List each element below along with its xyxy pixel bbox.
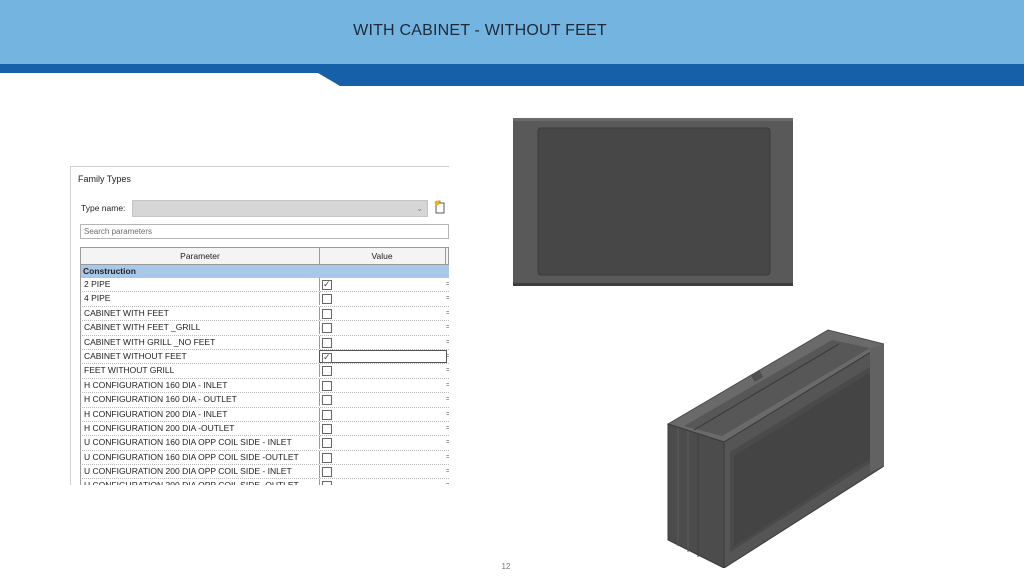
- checkmark-icon: ✓: [323, 279, 331, 289]
- parameter-row[interactable]: H CONFIGURATION 200 DIA -OUTLET =: [80, 421, 449, 437]
- parameter-row[interactable]: H CONFIGURATION 160 DIA - OUTLET =: [80, 393, 449, 408]
- parameter-row[interactable]: 4 PIPE =: [80, 292, 449, 307]
- parameter-name: CABINET WITH FEET _GRILL: [84, 322, 201, 333]
- parameter-checkbox[interactable]: [322, 467, 332, 478]
- parameter-name: CABINET WITHOUT FEET: [84, 350, 187, 361]
- parameter-value-cell[interactable]: [319, 407, 446, 421]
- parameter-value-cell[interactable]: [319, 465, 446, 479]
- parameter-checkbox[interactable]: [322, 366, 332, 377]
- parameter-checkbox[interactable]: ✓: [322, 279, 332, 290]
- parameter-row[interactable]: 2 PIPE ✓ =: [80, 278, 449, 293]
- search-parameters-input[interactable]: Search parameters: [80, 224, 449, 239]
- parameter-value-cell[interactable]: ✓: [319, 349, 447, 363]
- parameter-checkbox[interactable]: [322, 380, 332, 391]
- parameter-row[interactable]: U CONFIGURATION 200 DIA OPP COIL SIDE - …: [80, 465, 449, 480]
- formula-marker: =: [446, 292, 449, 305]
- formula-marker: =: [446, 307, 449, 320]
- checkmark-icon: ✓: [323, 351, 331, 362]
- parameter-rows: 2 PIPE✓=4 PIPE=CABINET WITH FEET=CABINET…: [80, 278, 449, 485]
- dialog-title: Family Types: [78, 174, 131, 184]
- formula-marker: =: [446, 350, 449, 363]
- parameter-name: CABINET WITH FEET: [84, 307, 169, 318]
- parameter-value-cell[interactable]: [319, 479, 446, 485]
- formula-marker: =: [446, 393, 449, 406]
- family-types-dialog: Family Types Type name: ⌄ Search paramet…: [70, 166, 449, 485]
- parameter-checkbox[interactable]: [322, 438, 332, 449]
- parameter-value-cell[interactable]: [319, 306, 446, 320]
- cabinet-isometric-view: [666, 329, 884, 568]
- type-name-select[interactable]: ⌄: [132, 200, 428, 217]
- parameter-checkbox[interactable]: [322, 337, 332, 348]
- parameter-name: FEET WITHOUT GRILL: [84, 365, 175, 376]
- parameter-checkbox[interactable]: [322, 481, 332, 485]
- formula-marker: =: [446, 436, 449, 449]
- formula-marker: =: [446, 364, 449, 377]
- parameter-row[interactable]: U CONFIGURATION 160 DIA OPP COIL SIDE -O…: [80, 450, 449, 466]
- type-name-label: Type name:: [81, 203, 126, 213]
- parameter-name: U CONFIGURATION 160 DIA OPP COIL SIDE - …: [84, 437, 292, 448]
- parameter-checkbox[interactable]: [322, 294, 332, 305]
- parameter-value-cell[interactable]: [319, 335, 446, 349]
- parameter-name: 2 PIPE: [84, 279, 111, 289]
- parameter-checkbox[interactable]: [322, 395, 332, 406]
- slide-header: WITH CABINET - WITHOUT FEET: [0, 0, 1024, 64]
- parameter-row[interactable]: CABINET WITH GRILL _NO FEET =: [80, 335, 449, 350]
- column-header-value[interactable]: Value: [319, 248, 446, 264]
- parameter-name: 4 PIPE: [84, 293, 111, 304]
- parameter-name: U CONFIGURATION 160 DIA OPP COIL SIDE -O…: [84, 451, 299, 462]
- parameter-row[interactable]: H CONFIGURATION 200 DIA - INLET =: [80, 407, 449, 422]
- formula-marker: =: [446, 451, 449, 464]
- group-row-construction[interactable]: Construction: [80, 265, 449, 278]
- parameter-value-cell[interactable]: [319, 321, 446, 335]
- parameter-value-cell[interactable]: [319, 421, 446, 435]
- parameter-row[interactable]: U CONFIGURATION 200 DIA OPP COIL SIDE -O…: [80, 479, 449, 485]
- parameter-value-cell[interactable]: [319, 378, 446, 392]
- parameter-checkbox[interactable]: [322, 323, 332, 334]
- parameter-checkbox[interactable]: [322, 308, 332, 319]
- parameters-grid: Parameter Value Construction 2 PIPE✓=4 P…: [80, 247, 449, 485]
- parameter-name: H CONFIGURATION 200 DIA - INLET: [84, 408, 228, 419]
- parameter-row[interactable]: H CONFIGURATION 160 DIA - INLET =: [80, 378, 449, 394]
- parameter-checkbox[interactable]: ✓: [322, 351, 332, 363]
- new-type-icon[interactable]: [434, 200, 446, 214]
- parameter-name: U CONFIGURATION 200 DIA OPP COIL SIDE - …: [84, 466, 292, 477]
- formula-marker: =: [446, 465, 449, 478]
- formula-marker: =: [446, 479, 449, 485]
- parameter-checkbox[interactable]: [322, 452, 332, 463]
- parameter-name: H CONFIGURATION 200 DIA -OUTLET: [84, 422, 235, 433]
- parameter-name: CABINET WITH GRILL _NO FEET: [84, 336, 216, 347]
- column-header-parameter[interactable]: Parameter: [81, 248, 320, 264]
- parameter-value-cell[interactable]: [319, 393, 446, 407]
- parameter-value-cell[interactable]: [319, 450, 446, 464]
- parameter-value-cell[interactable]: [319, 292, 446, 306]
- parameter-value-cell[interactable]: [319, 364, 446, 378]
- parameter-row[interactable]: CABINET WITH FEET _GRILL =: [80, 321, 449, 336]
- parameter-name: H CONFIGURATION 160 DIA - INLET: [84, 379, 228, 390]
- grid-header: Parameter Value: [80, 247, 449, 265]
- parameter-value-cell[interactable]: ✓: [319, 278, 446, 291]
- formula-marker: =: [446, 379, 449, 392]
- parameter-row[interactable]: U CONFIGURATION 160 DIA OPP COIL SIDE - …: [80, 436, 449, 451]
- parameter-value-cell[interactable]: [319, 436, 446, 450]
- header-band: [0, 64, 1024, 86]
- formula-marker: =: [446, 321, 449, 334]
- parameter-row[interactable]: CABINET WITH FEET =: [80, 306, 449, 322]
- page-number: 12: [501, 562, 511, 571]
- chevron-down-icon[interactable]: ⌄: [416, 201, 423, 216]
- cabinet-front-view: [513, 118, 793, 286]
- slide-title: WITH CABINET - WITHOUT FEET: [353, 22, 607, 39]
- parameter-checkbox[interactable]: [322, 423, 332, 434]
- formula-marker: =: [446, 278, 449, 291]
- parameter-row[interactable]: CABINET WITHOUT FEET ✓ =: [80, 349, 449, 365]
- parameter-name: H CONFIGURATION 160 DIA - OUTLET: [84, 394, 237, 405]
- formula-marker: =: [446, 422, 449, 435]
- parameter-row[interactable]: FEET WITHOUT GRILL =: [80, 364, 449, 379]
- formula-marker: =: [446, 408, 449, 421]
- parameter-checkbox[interactable]: [322, 409, 332, 420]
- parameter-name: U CONFIGURATION 200 DIA OPP COIL SIDE -O…: [84, 479, 299, 485]
- formula-marker: =: [446, 336, 449, 349]
